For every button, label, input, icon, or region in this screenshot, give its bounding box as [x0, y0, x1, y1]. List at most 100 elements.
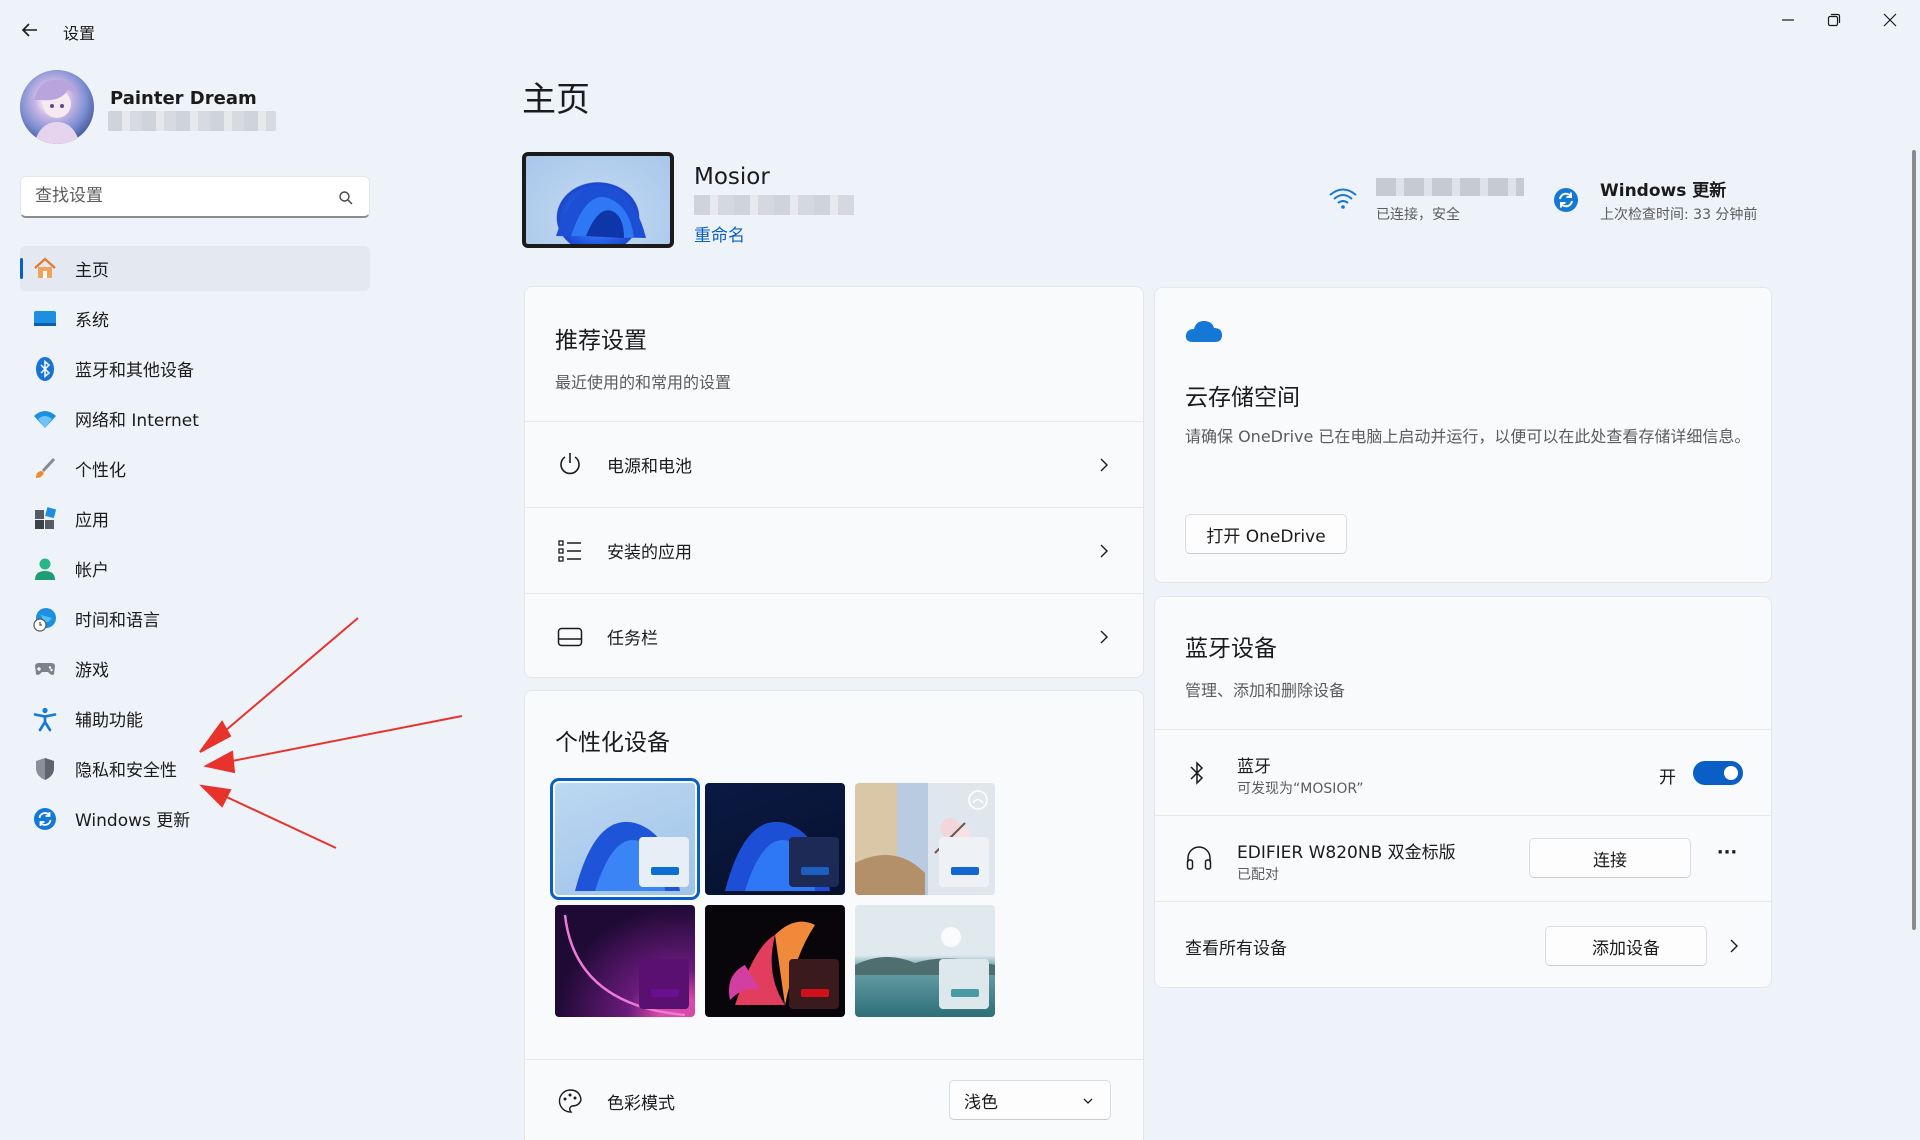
- row-label: 安装的应用: [607, 543, 692, 563]
- bluetooth-icon: [1190, 761, 1204, 785]
- add-device-button[interactable]: 添加设备: [1545, 926, 1707, 966]
- recommended-item-power[interactable]: 电源和电池: [525, 421, 1143, 507]
- device-thumbnail: [522, 152, 674, 248]
- back-button[interactable]: [14, 14, 46, 46]
- sidebar-item-label: 网络和 Internet: [75, 411, 199, 431]
- user-name: Painter Dream: [110, 88, 257, 109]
- sidebar-item-time-language[interactable]: 时间和语言: [20, 596, 370, 641]
- sidebar-item-apps[interactable]: 应用: [20, 496, 370, 541]
- theme-preview-window: [639, 959, 689, 1009]
- taskbar-icon: [557, 627, 583, 647]
- bluetooth-toggle-row: 蓝牙 可发现为“MOSIOR” 开: [1155, 729, 1771, 815]
- avatar-portrait-icon: [34, 79, 80, 144]
- open-onedrive-button[interactable]: 打开 OneDrive: [1185, 514, 1347, 554]
- windows-update-icon: [1554, 188, 1578, 212]
- bluetooth-title: 蓝牙设备: [1185, 636, 1277, 662]
- sidebar-item-gaming[interactable]: 游戏: [20, 646, 370, 691]
- sidebar-item-label: 应用: [75, 511, 109, 531]
- sidebar-item-label: 时间和语言: [75, 611, 160, 631]
- headphones-icon: [1186, 846, 1212, 870]
- theme-accent-bar: [651, 989, 679, 997]
- theme-preview-window: [789, 837, 839, 887]
- close-button[interactable]: [1870, 8, 1910, 32]
- theme-preview-window: [639, 837, 689, 887]
- home-icon: [34, 257, 56, 278]
- brush-icon: [36, 457, 56, 478]
- sidebar-item-personalization[interactable]: 个性化: [20, 446, 370, 491]
- bluetooth-toggle[interactable]: [1693, 761, 1743, 785]
- sidebar-item-accessibility[interactable]: 辅助功能: [20, 696, 370, 741]
- update-title[interactable]: Windows 更新: [1600, 176, 1726, 201]
- bluetooth-device-row: EDIFIER W820NB 双金标版 已配对 连接 ···: [1155, 815, 1771, 901]
- cloud-description: 请确保 OneDrive 已在电脑上启动并运行，以便可以在此处查看存储详细信息。: [1185, 427, 1751, 446]
- more-options-button[interactable]: ···: [1711, 842, 1743, 872]
- recommended-subtitle: 最近使用的和常用的设置: [555, 373, 732, 392]
- search-input[interactable]: [35, 186, 335, 206]
- bluetooth-icon: [36, 357, 54, 381]
- wifi-status: 已连接，安全: [1376, 207, 1460, 223]
- sidebar-item-label: 帐户: [75, 561, 109, 581]
- theme-preview-window: [939, 959, 989, 1009]
- theme-thumbnail-captured-motion[interactable]: [855, 783, 995, 895]
- page-title: 主页: [522, 80, 590, 120]
- user-email-redacted: [108, 111, 276, 131]
- device-name: Mosior: [694, 164, 770, 190]
- toggle-state: 开: [1659, 768, 1676, 788]
- minimize-icon: [1782, 19, 1794, 21]
- sidebar-item-privacy-security[interactable]: 隐私和安全性: [20, 746, 370, 791]
- color-mode-dropdown[interactable]: 浅色: [949, 1080, 1111, 1120]
- bluetooth-card: 蓝牙设备 管理、添加和删除设备 蓝牙 可发现为“MOSIOR” 开 EDIFIE…: [1154, 596, 1772, 988]
- theme-accent-bar: [951, 989, 979, 997]
- cloud-title: 云存储空间: [1185, 385, 1300, 411]
- app-list-icon: [558, 540, 581, 562]
- theme-accent-bar: [801, 989, 829, 997]
- sidebar-item-bluetooth[interactable]: 蓝牙和其他设备: [20, 346, 370, 391]
- bluetooth-subtitle: 管理、添加和删除设备: [1185, 681, 1346, 700]
- bloom-wallpaper-icon: [556, 184, 646, 238]
- recommended-item-installed-apps[interactable]: 安装的应用: [525, 507, 1143, 593]
- row-label: 电源和电池: [607, 457, 692, 477]
- account-icon: [35, 558, 55, 580]
- minimize-button[interactable]: [1768, 8, 1808, 32]
- sidebar-item-label: 隐私和安全性: [75, 761, 177, 781]
- avatar[interactable]: [20, 70, 94, 144]
- theme-thumbnail-dark-bloom[interactable]: [705, 783, 845, 895]
- title-bar: 设置: [0, 0, 1920, 58]
- sidebar-item-accounts[interactable]: 帐户: [20, 546, 370, 591]
- scrollbar[interactable]: [1912, 150, 1916, 930]
- restore-icon: [1827, 13, 1841, 27]
- row-label: 蓝牙: [1237, 757, 1271, 777]
- theme-thumbnail-sunrise[interactable]: [855, 905, 995, 1017]
- chevron-right-icon: [1100, 458, 1108, 472]
- row-label: 任务栏: [607, 629, 658, 649]
- theme-thumbnail-flow[interactable]: [705, 905, 845, 1017]
- sidebar-item-label: 辅助功能: [75, 711, 143, 731]
- network-icon: [34, 411, 56, 428]
- shield-icon: [36, 758, 54, 780]
- theme-accent-bar: [801, 867, 829, 875]
- onedrive-cloud-icon: [1185, 321, 1222, 342]
- restore-button[interactable]: [1814, 8, 1854, 32]
- chevron-down-icon: [1083, 1098, 1093, 1104]
- connect-button[interactable]: 连接: [1529, 838, 1691, 878]
- row-label: EDIFIER W820NB 双金标版: [1237, 843, 1456, 863]
- color-mode-value: 浅色: [964, 1092, 998, 1113]
- wifi-icon: [1329, 188, 1357, 209]
- theme-thumbnail-glow[interactable]: [555, 905, 695, 1017]
- sidebar-item-home[interactable]: 主页: [20, 246, 370, 291]
- back-arrow-icon: [21, 23, 37, 37]
- view-all-devices-row[interactable]: 查看所有设备 添加设备: [1155, 901, 1771, 989]
- power-icon: [560, 453, 580, 475]
- sidebar-item-system[interactable]: 系统: [20, 296, 370, 341]
- recommended-item-taskbar[interactable]: 任务栏: [525, 593, 1143, 679]
- chevron-right-icon: [1100, 630, 1108, 644]
- clock-globe-icon: [33, 608, 56, 632]
- search-box[interactable]: [20, 176, 370, 218]
- rename-link[interactable]: 重命名: [694, 221, 745, 246]
- theme-thumbnail-light-bloom[interactable]: [550, 778, 700, 900]
- spotlight-icon: [968, 790, 988, 810]
- sidebar-item-windows-update[interactable]: Windows 更新: [20, 796, 370, 841]
- color-mode-row: 色彩模式 浅色: [525, 1059, 1143, 1140]
- sidebar-item-label: 个性化: [75, 461, 126, 481]
- sidebar-item-network[interactable]: 网络和 Internet: [20, 396, 370, 441]
